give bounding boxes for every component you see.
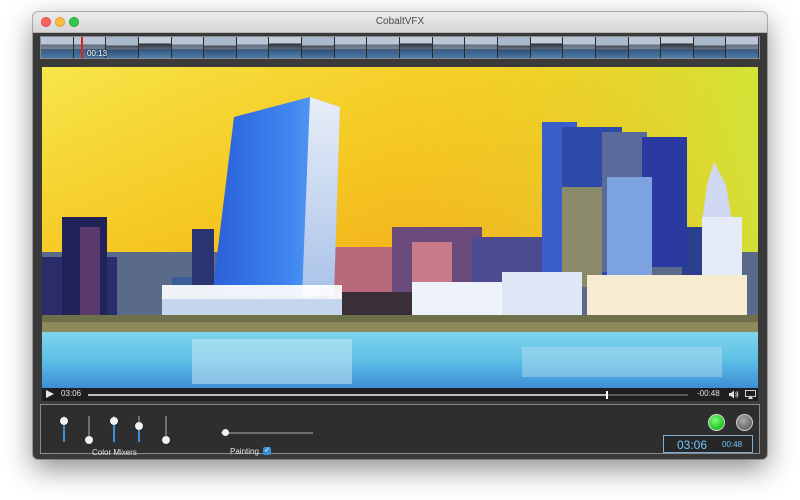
filmstrip-frame[interactable]	[497, 37, 531, 58]
title-bar: CobaltVFX	[33, 12, 767, 33]
filmstrip-frame[interactable]	[269, 37, 303, 58]
filmstrip-playhead[interactable]	[81, 37, 83, 58]
filmstrip-frame[interactable]	[628, 37, 662, 58]
color-mixers-label: Color Mixers	[92, 448, 137, 457]
timecode-display: 03:06 00:48	[663, 435, 753, 453]
color-mixer-slider[interactable]	[161, 414, 171, 444]
filmstrip-frames	[41, 37, 759, 58]
color-mixer-slider[interactable]	[59, 414, 69, 444]
filmstrip-frame[interactable]	[661, 37, 694, 58]
timecode-remaining: 00:48	[722, 440, 743, 449]
remaining-time: -00:48	[697, 389, 720, 398]
painting-slider-knob[interactable]	[221, 429, 229, 436]
timecode-main: 03:06	[677, 438, 708, 452]
color-mixer-knob[interactable]	[135, 422, 143, 431]
airplay-icon[interactable]	[745, 390, 756, 399]
scrubber-handle[interactable]	[606, 391, 608, 399]
volume-icon[interactable]	[729, 390, 739, 399]
filmstrip-frame[interactable]	[465, 37, 498, 58]
filmstrip-frame[interactable]	[302, 37, 335, 58]
filmstrip-frame[interactable]	[236, 37, 270, 58]
filmstrip-timeline[interactable]: 00:13	[40, 36, 760, 59]
play-icon[interactable]	[46, 390, 54, 398]
color-mixer-knob[interactable]	[110, 416, 118, 425]
filmstrip-frame[interactable]	[367, 37, 401, 58]
filmstrip-frame[interactable]	[204, 37, 237, 58]
filmstrip-frame[interactable]	[334, 37, 368, 58]
filmstrip-time-label: 00:13	[87, 49, 108, 58]
painting-checkbox[interactable]: ✓	[263, 447, 271, 455]
filmstrip-frame[interactable]	[563, 37, 596, 58]
window-title: CobaltVFX	[375, 16, 425, 27]
painting-slider-track	[221, 432, 313, 434]
filmstrip-frame[interactable]	[595, 37, 629, 58]
filmstrip-frame[interactable]	[726, 37, 759, 58]
color-mixer-knob[interactable]	[60, 416, 68, 425]
filmstrip-frame[interactable]	[693, 37, 727, 58]
scrubber-progress	[88, 394, 607, 396]
filmstrip-frame[interactable]	[432, 37, 466, 58]
scrubber-track[interactable]	[88, 391, 688, 399]
filmstrip-frame[interactable]	[400, 37, 433, 58]
effects-control-panel: Color Mixers Painting ✓ 03:06 00:48	[40, 404, 760, 457]
painted-skyline-frame	[42, 67, 758, 388]
filmstrip-frame[interactable]	[41, 37, 74, 58]
record-button[interactable]	[708, 414, 725, 431]
current-time: 03:06	[61, 389, 82, 398]
video-controls-bar: 03:06 -00:48	[42, 388, 758, 401]
painting-label: Painting	[230, 447, 259, 456]
painting-slider[interactable]	[219, 429, 314, 437]
color-mixer-slider[interactable]	[134, 414, 144, 444]
filmstrip-frame[interactable]	[106, 37, 139, 58]
stop-button[interactable]	[736, 414, 753, 431]
app-window: CobaltVFX 00:13 03:06 -00:48 Color Mixer…	[33, 12, 767, 459]
color-mixer-knob[interactable]	[85, 436, 93, 444]
filmstrip-frame[interactable]	[138, 37, 172, 58]
filmstrip-frame[interactable]	[171, 37, 205, 58]
color-mixer-slider[interactable]	[109, 414, 119, 444]
filmstrip-frame[interactable]	[530, 37, 564, 58]
color-mixer-knob[interactable]	[162, 436, 170, 444]
video-preview	[42, 67, 758, 388]
color-mixer-slider[interactable]	[84, 414, 94, 444]
